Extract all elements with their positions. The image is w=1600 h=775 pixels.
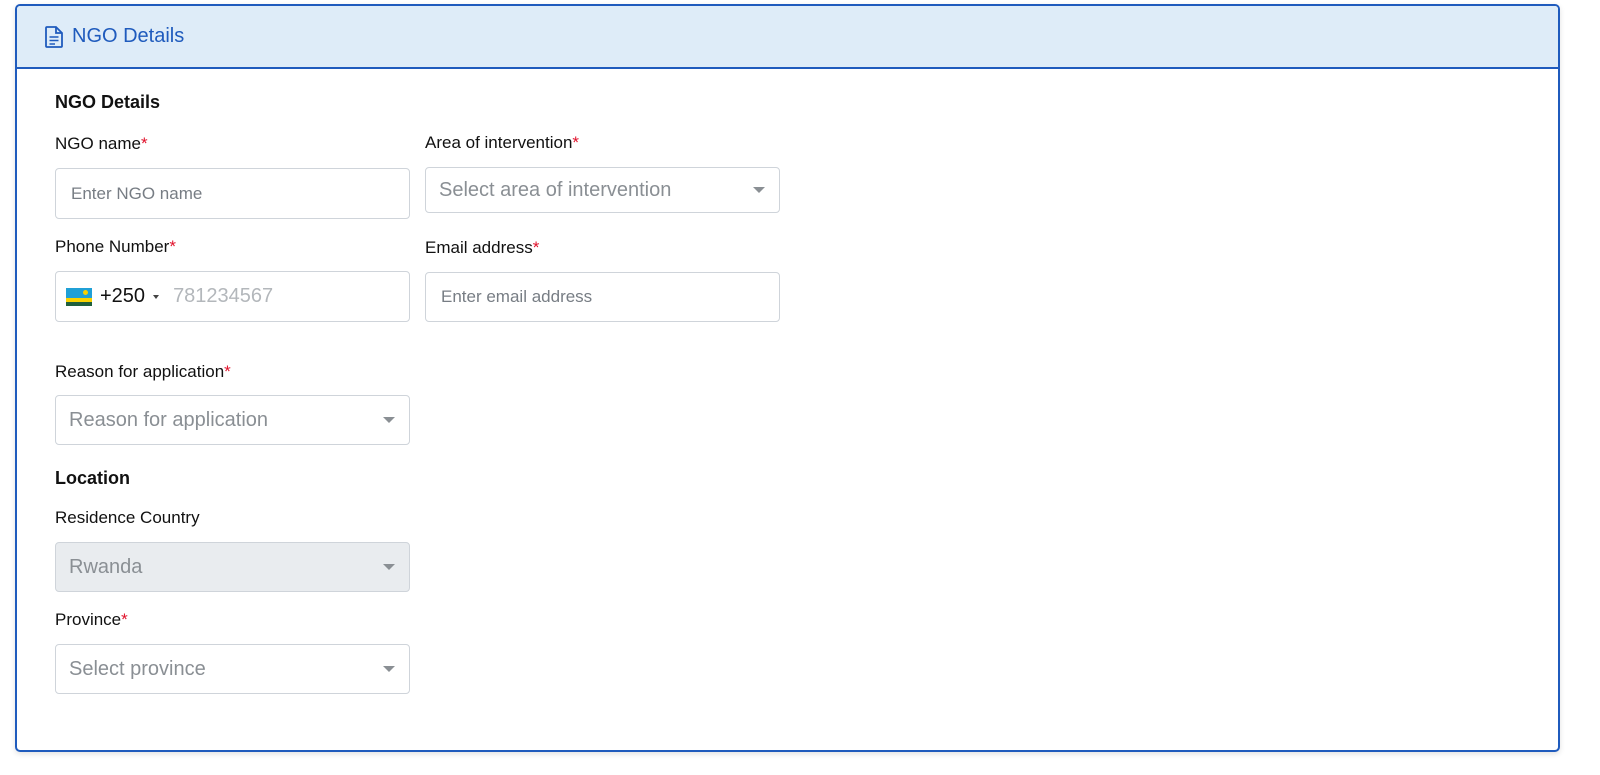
document-icon	[45, 25, 63, 48]
residence-country-value: Rwanda	[69, 555, 143, 578]
ngo-name-label: NGO name*	[55, 134, 148, 154]
email-address-input[interactable]: Enter email address	[425, 272, 780, 322]
province-placeholder: Select province	[69, 657, 206, 680]
province-select[interactable]: Select province	[55, 644, 410, 694]
reason-for-application-placeholder: Reason for application	[69, 408, 269, 431]
card-header: NGO Details	[17, 6, 1558, 69]
required-mark: *	[121, 610, 128, 629]
required-mark: *	[224, 362, 231, 381]
required-mark: *	[532, 238, 540, 257]
ngo-name-placeholder: Enter NGO name	[71, 183, 203, 203]
required-mark: *	[572, 133, 580, 152]
card-header-title: NGO Details	[72, 25, 185, 47]
required-mark: *	[140, 134, 148, 153]
ngo-name-input[interactable]: Enter NGO name	[55, 168, 410, 219]
province-label-text: Province	[55, 610, 122, 629]
reason-for-application-label-text: Reason for application	[55, 362, 225, 381]
area-of-intervention-label: Area of intervention*	[425, 133, 579, 153]
email-address-label: Email address*	[425, 238, 539, 258]
area-of-intervention-placeholder: Select area of intervention	[439, 178, 672, 201]
chevron-down-icon	[753, 187, 765, 193]
residence-country-label: Residence Country	[55, 508, 200, 527]
rwanda-flag-icon	[66, 287, 92, 306]
chevron-down-icon	[383, 564, 395, 570]
province-label: Province*	[55, 610, 128, 630]
email-address-placeholder: Enter email address	[441, 287, 593, 306]
ngo-details-card: NGO Details NGO Details NGO name* Enter …	[15, 4, 1560, 752]
phone-number-placeholder: 781234567	[173, 285, 274, 307]
ngo-name-label-text: NGO name	[55, 134, 141, 153]
area-of-intervention-select[interactable]: Select area of intervention	[425, 167, 780, 213]
residence-country-select: Rwanda	[55, 542, 410, 592]
reason-for-application-select[interactable]: Reason for application	[55, 395, 410, 445]
area-of-intervention-label-text: Area of intervention	[425, 133, 573, 152]
chevron-down-icon	[383, 417, 395, 423]
required-mark: *	[169, 237, 176, 256]
location-section-title: Location	[55, 468, 130, 488]
phone-number-label: Phone Number*	[55, 237, 176, 257]
email-address-label-text: Email address	[425, 238, 533, 257]
chevron-down-icon	[383, 666, 395, 672]
reason-for-application-label: Reason for application*	[55, 362, 231, 382]
phone-number-input[interactable]: +250 781234567	[55, 271, 410, 322]
dial-code-caret-icon[interactable]	[153, 294, 160, 299]
dial-code[interactable]: +250	[100, 285, 145, 308]
ngo-details-section-title: NGO Details	[55, 92, 161, 112]
phone-number-label-text: Phone Number	[55, 237, 170, 256]
